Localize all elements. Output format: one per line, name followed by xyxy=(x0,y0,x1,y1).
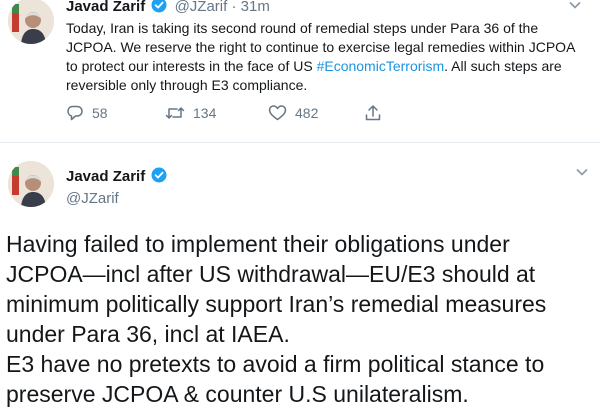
timestamp[interactable]: 31m xyxy=(241,0,270,15)
tweet-text-line: Having failed to implement their obligat… xyxy=(6,231,510,257)
share-icon xyxy=(365,105,381,121)
tweet-text-line: minimum politically support Iran’s remed… xyxy=(6,291,547,317)
separator-dot: · xyxy=(231,0,237,15)
avatar[interactable] xyxy=(8,0,54,44)
author-name[interactable]: Javad Zarif xyxy=(66,0,145,15)
avatar-photo xyxy=(8,161,54,207)
tweet-card-1[interactable]: Javad Zarif @JZarif · 31m Today, Iran is… xyxy=(0,0,600,140)
tweet-text-line: preserve JCPOA & counter U.S unilaterali… xyxy=(6,381,469,407)
divider xyxy=(0,142,600,143)
retweet-count: 134 xyxy=(193,105,217,121)
like-icon xyxy=(268,105,287,121)
tweet-text-line: JCPOA—incl after US withdrawal—EU/E3 sho… xyxy=(6,261,536,287)
tweet-text-line: E3 have no pretexts to avoid a firm poli… xyxy=(6,351,545,377)
like-count: 482 xyxy=(295,105,319,121)
retweet-button[interactable]: 134 xyxy=(165,104,216,122)
reply-count: 58 xyxy=(92,105,108,121)
reply-icon xyxy=(67,105,83,121)
avatar[interactable] xyxy=(8,161,54,207)
author-name[interactable]: Javad Zarif xyxy=(66,167,170,189)
reply-button[interactable]: 58 xyxy=(66,104,108,122)
tweet-text: Having failed to implement their obligat… xyxy=(6,229,600,409)
chevron-down-icon[interactable] xyxy=(575,165,589,184)
tweet-actions: 58 134 482 xyxy=(66,104,396,126)
hashtag-link[interactable]: #EconomicTerrorism xyxy=(317,58,445,74)
tweet-header: Javad Zarif @JZarif xyxy=(66,167,170,209)
author-handle[interactable]: @JZarif xyxy=(175,0,228,15)
tweet-text: Today, Iran is taking its second round o… xyxy=(66,19,590,95)
retweet-icon xyxy=(165,107,185,119)
verified-badge-icon xyxy=(151,0,167,17)
tweet-text-line: under Para 36, incl at IAEA. xyxy=(6,321,290,347)
avatar-photo xyxy=(8,0,54,44)
tweet-header: Javad Zarif @JZarif · 31m xyxy=(66,0,270,17)
chevron-down-icon[interactable] xyxy=(568,0,582,17)
author-handle[interactable]: @JZarif xyxy=(66,189,170,209)
share-button[interactable] xyxy=(364,104,390,122)
author-name-text: Javad Zarif xyxy=(66,168,146,185)
verified-badge-icon xyxy=(151,167,167,189)
like-button[interactable]: 482 xyxy=(268,104,318,122)
